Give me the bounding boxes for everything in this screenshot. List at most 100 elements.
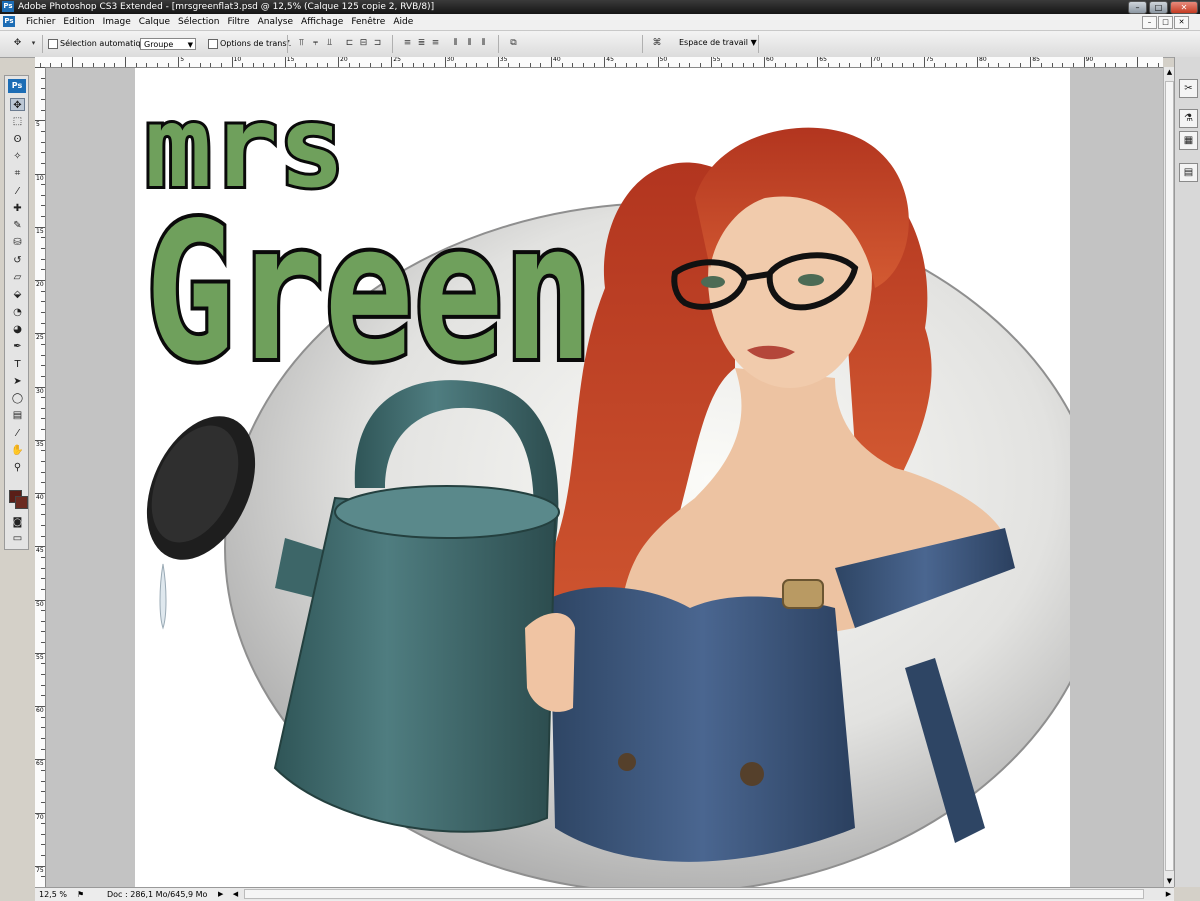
menu-affichage[interactable]: Affichage xyxy=(297,14,347,30)
menu-calque[interactable]: Calque xyxy=(135,14,174,30)
notes-icon[interactable]: ▤ xyxy=(10,409,25,422)
blur-icon[interactable]: ◔ xyxy=(10,306,25,319)
close-button[interactable]: ✕ xyxy=(1170,1,1198,14)
distribute-right-icon[interactable]: ⦀ xyxy=(478,38,489,49)
eye-left xyxy=(701,276,725,288)
auto-align-icon[interactable]: ⧉ xyxy=(508,38,519,49)
align-bottom-icon[interactable]: ⫫ xyxy=(324,38,335,49)
eyedropper-2-icon[interactable]: ⁄ xyxy=(10,427,25,440)
distribute-left-icon[interactable]: ⦀ xyxy=(450,38,461,49)
ruler-tick xyxy=(41,791,45,793)
ruler-tick xyxy=(41,833,45,835)
hand-icon[interactable]: ✋ xyxy=(10,444,25,457)
history-brush-icon[interactable]: ↺ xyxy=(10,254,25,267)
minimize-button[interactable]: – xyxy=(1128,1,1147,14)
auto-select-checkbox[interactable] xyxy=(48,39,58,49)
background-color-swatch[interactable] xyxy=(15,496,28,509)
ruler-tick xyxy=(423,63,425,67)
ruler-tick xyxy=(838,63,840,67)
scroll-thumb[interactable] xyxy=(1165,81,1174,871)
menu-fichier[interactable]: Fichier xyxy=(22,14,59,30)
path-selection-icon[interactable]: ➤ xyxy=(10,375,25,388)
ruler-label: 45 xyxy=(606,57,614,63)
quick-mask-icon[interactable]: ◙ xyxy=(10,516,25,529)
magic-wand-icon[interactable]: ✧ xyxy=(10,150,25,163)
clone-stamp-icon[interactable]: ⛁ xyxy=(10,236,25,249)
hscroll-thumb[interactable] xyxy=(244,889,1144,899)
canvas-area[interactable]: mrs Green xyxy=(46,68,1163,887)
status-icon: ⚑ xyxy=(77,890,85,899)
maximize-button[interactable]: □ xyxy=(1149,1,1168,14)
shape-icon[interactable]: ◯ xyxy=(10,392,25,405)
ruler-tick xyxy=(1072,63,1074,67)
doc-maximize-button[interactable]: □ xyxy=(1158,16,1173,29)
menu-aide[interactable]: Aide xyxy=(389,14,417,30)
dodge-icon[interactable]: ◕ xyxy=(10,323,25,336)
align-top-icon[interactable]: ⫪ xyxy=(296,38,307,49)
menu-filtre[interactable]: Filtre xyxy=(224,14,254,30)
ruler-tick xyxy=(93,63,95,67)
lasso-icon[interactable]: ʘ xyxy=(10,133,25,146)
zoom-icon[interactable]: ⚲ xyxy=(10,461,25,474)
move-tool-preset-icon[interactable]: ✥ xyxy=(12,38,23,49)
zoom-level[interactable]: 12,5 % xyxy=(39,888,67,901)
type-icon[interactable]: T xyxy=(10,358,25,371)
bridge-icon[interactable]: ⌘ xyxy=(650,38,664,49)
move-icon[interactable]: ✥ xyxy=(10,98,25,111)
ruler-tick xyxy=(199,63,201,67)
ruler-tick xyxy=(1083,57,1085,67)
document-canvas[interactable]: mrs Green xyxy=(135,68,1070,887)
brushes-dock-icon[interactable]: ⚗ xyxy=(1179,109,1198,128)
status-menu-arrow-icon[interactable]: ▶ xyxy=(218,888,223,901)
menu-image[interactable]: Image xyxy=(99,14,135,30)
auto-select-dropdown[interactable]: Groupe ▼ xyxy=(140,38,196,50)
menu-selection[interactable]: Sélection xyxy=(174,14,223,30)
scroll-left-icon[interactable]: ◀ xyxy=(230,888,241,900)
workspace-menu[interactable]: Espace de travail ▼ xyxy=(679,38,757,48)
align-vcenter-icon[interactable]: ⫧ xyxy=(310,38,321,49)
menu-fenetre[interactable]: Fenêtre xyxy=(347,14,389,30)
ruler-tick xyxy=(1051,63,1053,67)
crop-icon[interactable]: ⌗ xyxy=(10,167,25,180)
healing-brush-icon[interactable]: ✚ xyxy=(10,202,25,215)
ps-logo: Ps xyxy=(8,79,26,93)
ruler-tick xyxy=(41,429,45,431)
distribute-hcenter-icon[interactable]: ⦀ xyxy=(464,38,475,49)
ruler-tick xyxy=(582,63,584,67)
transform-options-checkbox[interactable] xyxy=(208,39,218,49)
screen-mode-icon[interactable]: ▭ xyxy=(10,532,25,545)
paint-bucket-icon[interactable]: ⬙ xyxy=(10,288,25,301)
distribute-bottom-icon[interactable]: ≡ xyxy=(430,38,441,49)
align-right-icon[interactable]: ⊐ xyxy=(372,38,383,49)
ruler-tick xyxy=(774,63,776,67)
ruler-tick xyxy=(359,63,361,67)
layers-dock-icon[interactable]: ▤ xyxy=(1179,163,1198,182)
title-bar: Ps Adobe Photoshop CS3 Extended - [mrsgr… xyxy=(0,0,1200,14)
menu-edition[interactable]: Edition xyxy=(59,14,98,30)
eraser-icon[interactable]: ▱ xyxy=(10,271,25,284)
horizontal-scrollbar[interactable]: ◀ ▶ xyxy=(230,888,1174,900)
doc-close-button[interactable]: ✕ xyxy=(1174,16,1189,29)
document-icon[interactable]: Ps xyxy=(3,16,15,27)
ruler-tick xyxy=(41,301,45,303)
clone-dock-icon[interactable]: ▦ xyxy=(1179,131,1198,150)
align-left-icon[interactable]: ⊏ xyxy=(344,38,355,49)
ruler-tick xyxy=(41,162,45,164)
marquee-icon[interactable]: ⬚ xyxy=(10,115,25,128)
brush-icon[interactable]: ✎ xyxy=(10,219,25,232)
ruler-tick xyxy=(1104,63,1106,67)
menu-analyse[interactable]: Analyse xyxy=(254,14,297,30)
eyedropper-icon[interactable]: ⁄ xyxy=(10,185,25,198)
ruler-tick xyxy=(455,63,457,67)
scroll-right-icon[interactable]: ▶ xyxy=(1163,888,1174,900)
chevron-down-icon[interactable]: ▾ xyxy=(28,38,39,49)
app-icon[interactable]: Ps xyxy=(2,1,14,12)
align-hcenter-icon[interactable]: ⊟ xyxy=(358,38,369,49)
ruler-label: 70 xyxy=(872,57,881,63)
distribute-vcenter-icon[interactable]: ≣ xyxy=(416,38,427,49)
tools-dock-icon[interactable]: ✂ xyxy=(1179,79,1198,98)
pen-icon[interactable]: ✒ xyxy=(10,340,25,353)
distribute-top-icon[interactable]: ≡ xyxy=(402,38,413,49)
doc-minimize-button[interactable]: – xyxy=(1142,16,1157,29)
ruler-tick xyxy=(210,63,212,67)
